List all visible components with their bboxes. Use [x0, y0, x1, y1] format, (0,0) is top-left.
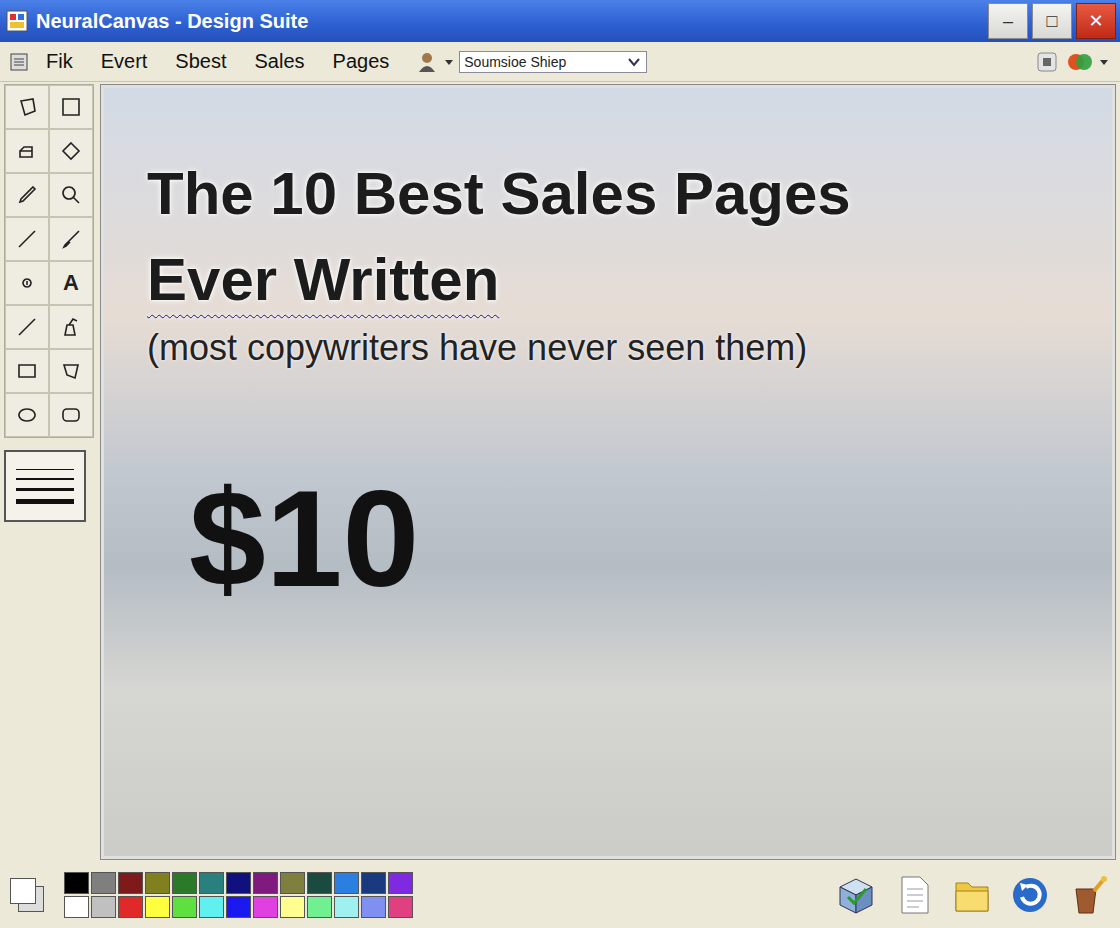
color-swatch[interactable]: [253, 872, 278, 894]
line-width-picker[interactable]: [4, 450, 86, 522]
color-swatch[interactable]: [199, 872, 224, 894]
menu-item[interactable]: Pages: [321, 48, 402, 75]
spray-icon: [59, 315, 83, 339]
eraser-icon: [15, 139, 39, 163]
select-icon: [59, 95, 83, 119]
color-swatch[interactable]: [226, 872, 251, 894]
tool-button[interactable]: [49, 305, 93, 349]
tool-button[interactable]: [5, 349, 49, 393]
tool-button[interactable]: [5, 217, 49, 261]
tool-button[interactable]: [49, 85, 93, 129]
fill-icon: [59, 139, 83, 163]
color-swatch[interactable]: [388, 872, 413, 894]
canvas-headline[interactable]: The 10 Best Sales PagesEver Written: [147, 151, 1095, 323]
color-swatch[interactable]: [307, 896, 332, 918]
tool-button[interactable]: [49, 217, 93, 261]
current-color[interactable]: [10, 878, 44, 912]
menu-item[interactable]: Sales: [243, 48, 317, 75]
window-control-button[interactable]: –: [988, 3, 1028, 39]
zoom-icon: [59, 183, 83, 207]
color-swatch[interactable]: [361, 872, 386, 894]
color-swatch[interactable]: [253, 896, 278, 918]
menu-item[interactable]: Fik: [34, 48, 85, 75]
toolbox: A: [4, 84, 96, 860]
menu-item[interactable]: Sbest: [163, 48, 238, 75]
color-swatch[interactable]: [145, 872, 170, 894]
tool-button[interactable]: [49, 393, 93, 437]
color-swatch[interactable]: [91, 896, 116, 918]
color-mode-icon[interactable]: [1062, 50, 1112, 74]
palette-bar: [0, 862, 1120, 928]
tool-button[interactable]: [5, 173, 49, 217]
color-swatch[interactable]: [334, 872, 359, 894]
style-dropdown[interactable]: Soumsioe Shiep: [459, 51, 647, 73]
line-icon: [15, 315, 39, 339]
color-swatch[interactable]: [64, 896, 89, 918]
color-swatch[interactable]: [280, 872, 305, 894]
app-window: NeuralCanvas - Design Suite–□✕FikEvertSb…: [0, 0, 1120, 928]
canvas-price[interactable]: $10: [147, 469, 1095, 607]
tool-button[interactable]: [5, 393, 49, 437]
ellipse-icon: [15, 403, 39, 427]
rect-icon: [15, 359, 39, 383]
color-swatch[interactable]: [334, 896, 359, 918]
color-swatch[interactable]: [118, 896, 143, 918]
window-control-button[interactable]: □: [1032, 3, 1072, 39]
tool-button[interactable]: [5, 261, 49, 305]
user-dropdown-icon[interactable]: [415, 50, 455, 74]
color-swatch[interactable]: [172, 896, 197, 918]
airbrush-icon: [15, 271, 39, 295]
window-control-button[interactable]: ✕: [1076, 3, 1116, 39]
color-swatch[interactable]: [226, 896, 251, 918]
color-swatch[interactable]: [91, 872, 116, 894]
color-swatch[interactable]: [145, 896, 170, 918]
color-swatch[interactable]: [307, 872, 332, 894]
chevron-down-icon: [626, 54, 642, 70]
paint-bucket-icon[interactable]: [1066, 873, 1110, 917]
canvas-subtitle[interactable]: (most copywriters have never seen them): [147, 327, 1095, 369]
panel-icon[interactable]: [1036, 51, 1058, 73]
box-icon[interactable]: [834, 873, 878, 917]
tool-button[interactable]: [5, 85, 49, 129]
color-swatch[interactable]: [64, 872, 89, 894]
window-title: NeuralCanvas - Design Suite: [36, 10, 308, 33]
document-icon[interactable]: [892, 873, 936, 917]
polygon-icon: [59, 359, 83, 383]
picker-icon: [15, 183, 39, 207]
color-swatch[interactable]: [280, 896, 305, 918]
tool-button[interactable]: [49, 129, 93, 173]
tool-button[interactable]: [5, 305, 49, 349]
app-icon: [6, 10, 28, 32]
color-swatch[interactable]: [118, 872, 143, 894]
tool-button[interactable]: A: [49, 261, 93, 305]
app-menu-icon[interactable]: [8, 51, 30, 73]
title-bar: NeuralCanvas - Design Suite –□✕: [0, 0, 1120, 42]
menu-item[interactable]: Evert: [89, 48, 160, 75]
tool-button[interactable]: [5, 129, 49, 173]
roundrect-icon: [59, 403, 83, 427]
menu-bar: FikEvertSbestSalesPages Soumsioe Shiep: [0, 42, 1120, 82]
color-swatch[interactable]: [172, 872, 197, 894]
folder-icon[interactable]: [950, 873, 994, 917]
color-swatch[interactable]: [361, 896, 386, 918]
color-palette: [64, 872, 413, 918]
tool-button[interactable]: [49, 349, 93, 393]
color-swatch[interactable]: [388, 896, 413, 918]
pencil-icon: [15, 227, 39, 251]
refresh-icon[interactable]: [1008, 873, 1052, 917]
lasso-icon: [15, 95, 39, 119]
design-canvas[interactable]: The 10 Best Sales PagesEver Written(most…: [100, 84, 1116, 860]
color-swatch[interactable]: [199, 896, 224, 918]
brush-icon: [59, 227, 83, 251]
tool-button[interactable]: [49, 173, 93, 217]
